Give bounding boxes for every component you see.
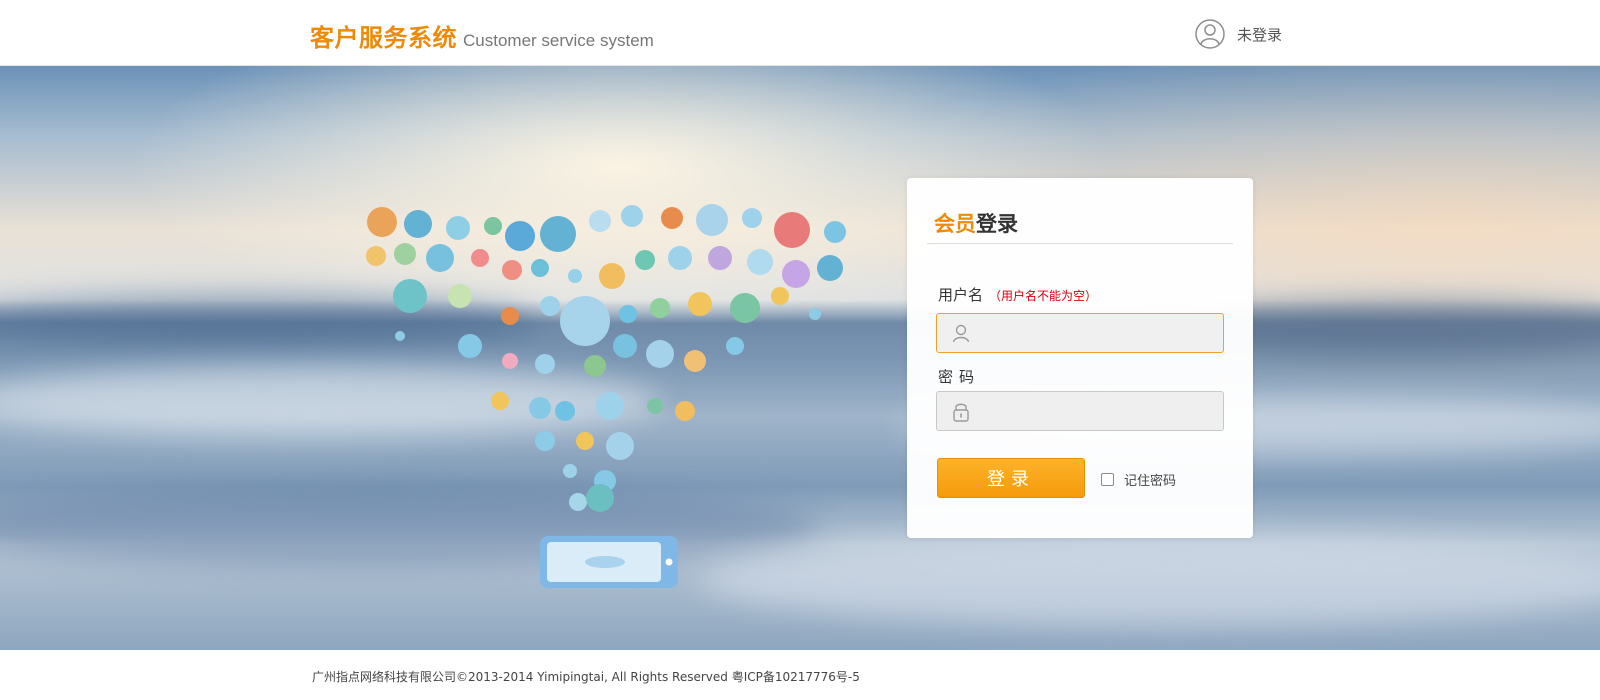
login-button[interactable]: 登录 [937, 458, 1085, 498]
password-field[interactable] [936, 391, 1224, 431]
user-status-link[interactable]: 未登录 [1195, 19, 1282, 49]
copyright-text: 广州指点网络科技有限公司©2013-2014 Yimipingtai, All … [312, 670, 860, 684]
top-header: 客户服务系统 Customer service system 未登录 [0, 0, 1600, 66]
user-circle-icon [1195, 19, 1225, 49]
username-field[interactable] [936, 313, 1224, 353]
remember-label: 记住密码 [1124, 474, 1177, 489]
title-divider [927, 243, 1233, 244]
footer: 广州指点网络科技有限公司©2013-2014 Yimipingtai, All … [0, 650, 1600, 700]
remember-checkbox[interactable] [1101, 473, 1114, 486]
hero-banner: 会员登录 用户名 （用户名不能为空） 密码 登录 记住密码 [0, 66, 1600, 650]
login-title: 会员登录 [934, 208, 1018, 238]
tablet-illustration [540, 536, 678, 588]
login-title-highlight: 会员 [934, 212, 976, 236]
apps-cloud-illustration [360, 196, 860, 596]
login-card: 会员登录 用户名 （用户名不能为空） 密码 登录 记住密码 [907, 178, 1253, 538]
password-input[interactable] [979, 398, 1215, 424]
brand-title-cn: 客户服务系统 [310, 24, 457, 52]
username-error-message: （用户名不能为空） [989, 289, 1098, 303]
password-label: 密码 [938, 368, 981, 386]
login-title-rest: 登录 [976, 212, 1018, 236]
user-icon [951, 323, 971, 348]
remember-password[interactable]: 记住密码 [1101, 470, 1176, 489]
lock-icon [951, 401, 971, 428]
username-label-row: 用户名 （用户名不能为空） [938, 284, 1097, 305]
login-status-text: 未登录 [1237, 25, 1283, 44]
username-label: 用户名 [938, 286, 984, 304]
username-input[interactable] [979, 320, 1215, 346]
brand-logo[interactable]: 客户服务系统 Customer service system [310, 18, 654, 53]
brand-title-en: Customer service system [463, 31, 654, 50]
